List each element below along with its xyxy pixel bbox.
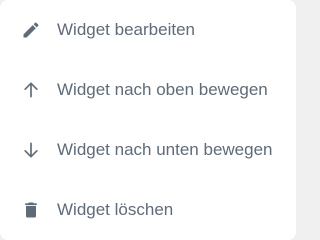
menu-item-label: Widget nach oben bewegen bbox=[57, 80, 268, 99]
widget-context-menu: Widget bearbeiten Widget nach oben beweg… bbox=[0, 0, 296, 240]
menu-item-move-widget-down[interactable]: Widget nach unten bewegen bbox=[0, 120, 296, 180]
arrow-up-icon bbox=[20, 79, 42, 101]
menu-item-move-widget-up[interactable]: Widget nach oben bewegen bbox=[0, 60, 296, 120]
menu-item-label: Widget löschen bbox=[57, 200, 174, 219]
arrow-down-icon bbox=[20, 139, 42, 161]
pencil-icon bbox=[20, 19, 42, 41]
menu-item-delete-widget[interactable]: Widget löschen bbox=[0, 180, 296, 240]
trash-icon bbox=[20, 199, 42, 221]
menu-item-edit-widget[interactable]: Widget bearbeiten bbox=[0, 0, 296, 60]
menu-item-label: Widget bearbeiten bbox=[57, 20, 195, 39]
menu-item-label: Widget nach unten bewegen bbox=[57, 140, 273, 159]
